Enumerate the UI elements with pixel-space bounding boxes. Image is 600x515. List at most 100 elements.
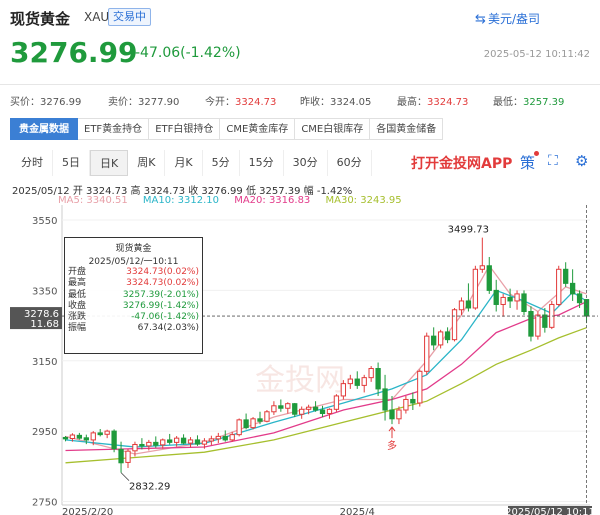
tab-etf-gold[interactable]: ETF黄金持仓 (78, 118, 150, 140)
candle-body (563, 268, 569, 284)
candle-body (146, 441, 152, 447)
candle-body (201, 440, 208, 445)
candle-body (194, 439, 201, 445)
fullscreen-icon[interactable]: ⛶ (548, 153, 558, 169)
tab-etf-silver[interactable]: ETF白银持仓 (149, 118, 221, 140)
tooltip-value: -47.06(-1.42%) (131, 312, 199, 323)
period-5day[interactable]: 5日 (53, 150, 90, 176)
instrument-title: 现货黄金 (10, 10, 71, 28)
candle-body (264, 411, 270, 422)
trading-status-badge: 交易中 (108, 8, 151, 26)
tooltip-row: 收盘 3276.99(-1.42%) (65, 301, 202, 312)
quote-label: 昨收： (300, 97, 330, 108)
period-monthly-k[interactable]: 月K (165, 150, 203, 176)
candle-body (132, 443, 138, 452)
tooltip-row: 最低 3257.39(-2.01%) (65, 290, 202, 301)
quote-item: 最低：3257.39 (493, 93, 564, 108)
period-30min[interactable]: 30分 (284, 150, 328, 176)
candle-body (424, 335, 430, 372)
x-crosshair-label: 2025/05/12 10:11 (505, 507, 595, 515)
candle-body (361, 377, 367, 386)
buy-marker-label: 多 (387, 439, 397, 452)
period-selector: 分时 5日 日K 周K 月K 5分 15分 30分 60分 (12, 150, 372, 176)
quote-value: 3324.05 (330, 97, 372, 108)
y-tick-label: 3550 (32, 216, 57, 227)
notification-dot (534, 151, 539, 156)
quote-value: 3276.99 (40, 97, 82, 108)
unit-switch[interactable]: ⇆ 美元/盎司 (475, 10, 540, 27)
unit-label: 美元/盎司 (487, 12, 540, 26)
low-annotation-pointer (120, 472, 130, 481)
candle-body (347, 378, 353, 385)
candle-body (299, 408, 305, 415)
period-5min[interactable]: 5分 (203, 150, 240, 176)
y-tick-label: 3150 (32, 357, 57, 368)
quote-value: 3257.39 (523, 97, 565, 108)
period-intraday[interactable]: 分时 (12, 150, 53, 176)
candle-body (500, 296, 506, 305)
candle-body (535, 314, 541, 337)
tooltip-row: 最高 3324.73(0.02%) (65, 278, 202, 289)
tab-cme-gold[interactable]: CME黄金库存 (220, 118, 296, 140)
candle-body (514, 293, 520, 302)
candle-body (326, 408, 333, 415)
quote-value: 3277.90 (138, 97, 180, 108)
quote-item: 昨收：3324.05 (300, 93, 371, 108)
candle-body (167, 439, 173, 443)
crosshair-subvalue: 11.68 (30, 319, 59, 330)
low-annotation: 2832.29 (129, 482, 170, 493)
candle-body (437, 331, 444, 346)
candle-body (396, 409, 402, 420)
tooltip-value: 3324.73(0.02%) (126, 278, 199, 289)
quote-item: 买价：3276.99 (10, 93, 81, 108)
candle-body (243, 419, 249, 429)
tooltip-label: 收盘 (68, 300, 87, 311)
quote-label: 最高： (397, 97, 427, 108)
tooltip-label: 振幅 (68, 323, 87, 334)
tooltip-value: 3324.73(0.02%) (126, 267, 199, 277)
period-60min[interactable]: 60分 (328, 150, 372, 176)
candle-body (375, 367, 381, 390)
last-price: 3276.99 (10, 36, 138, 69)
x-tick-label: 2025/2/20 (62, 507, 113, 515)
candle-body (528, 311, 534, 337)
candle-body (479, 265, 485, 270)
candle-body (292, 403, 298, 415)
candle-body (111, 430, 117, 450)
strategy-button[interactable]: 策 (520, 152, 535, 173)
period-daily-k[interactable]: 日K (90, 150, 129, 176)
open-app-link[interactable]: 打开金投网APP (411, 153, 512, 173)
candle-body (472, 268, 479, 309)
tab-gold-reserves[interactable]: 各国黄金储备 (370, 118, 444, 140)
tab-cme-silver[interactable]: CME白银库存 (295, 118, 371, 140)
candle-body (222, 435, 228, 441)
quote-timestamp: 2025-05-12 10:11:42 (483, 49, 590, 60)
candle-body (521, 293, 527, 313)
tab-precious-metals[interactable]: 贵金属数据 (10, 118, 78, 140)
y-tick-label: 2950 (32, 427, 57, 438)
candle-body (215, 435, 221, 440)
candle-body (173, 437, 180, 443)
period-weekly-k[interactable]: 周K (128, 150, 166, 176)
candle-body (271, 405, 277, 413)
tooltip-row: 涨跌 -47.06(-1.42%) (65, 312, 202, 323)
candle-body (389, 409, 395, 420)
tooltip-label: 开盘 (68, 267, 87, 277)
period-15min[interactable]: 15分 (240, 150, 284, 176)
quote-label: 今开： (205, 97, 235, 108)
candle-body (465, 300, 472, 309)
gear-icon[interactable]: ⚙ (575, 152, 588, 170)
quote-label: 买价： (10, 97, 40, 108)
price-tooltip: 现货黄金 2025/05/12/一10:11 开盘 3324.73(0.02%) 最… (64, 237, 203, 354)
tooltip-value: 3276.99(-1.42%) (122, 300, 199, 311)
candle-body (444, 331, 451, 341)
quote-label: 最低： (493, 97, 523, 108)
candle-body (576, 293, 583, 304)
candle-body (493, 289, 499, 305)
candle-body (417, 370, 423, 404)
candle-body (62, 436, 69, 440)
quote-value: 3324.73 (427, 97, 469, 108)
candle-body (236, 419, 242, 436)
candle-body (542, 314, 548, 328)
watermark-logo: 金投网 (255, 363, 345, 398)
